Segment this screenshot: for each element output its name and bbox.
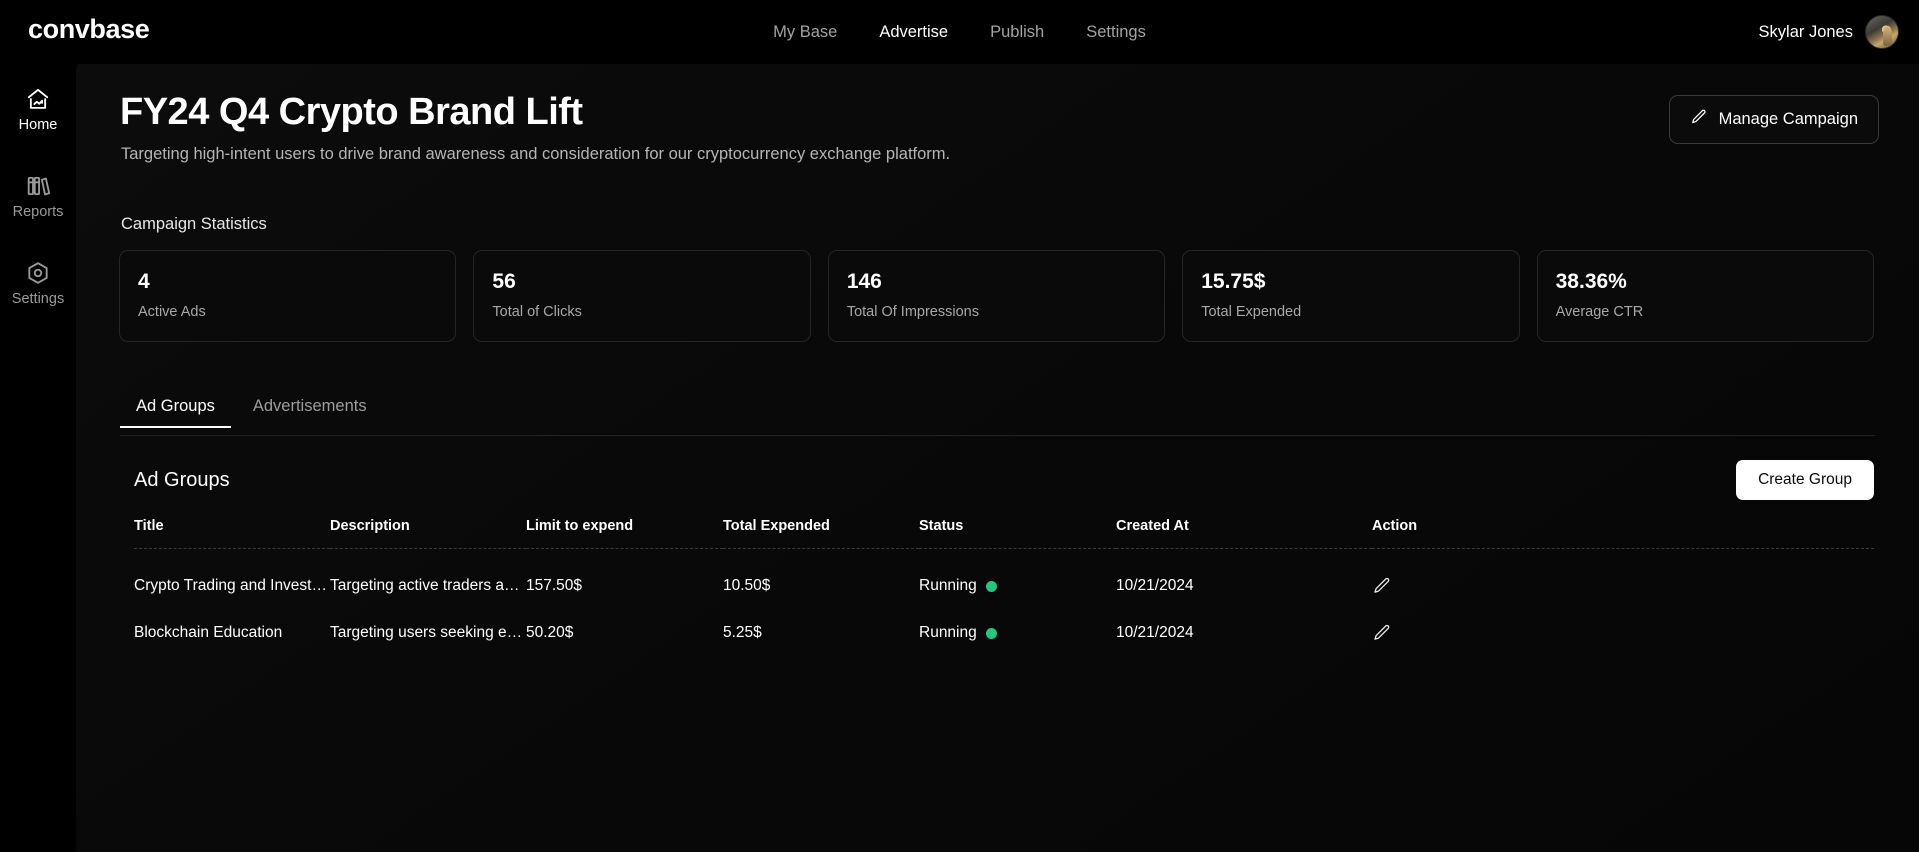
edit-row-button[interactable] bbox=[1372, 576, 1874, 596]
cell-created-at: 10/21/2024 bbox=[1116, 624, 1194, 641]
stat-value: 56 bbox=[492, 270, 516, 293]
column-header-title: Title bbox=[134, 518, 164, 534]
page-title: FY24 Q4 Crypto Brand Lift bbox=[120, 91, 583, 133]
table-row[interactable]: Crypto Trading and Invest… Targeting act… bbox=[134, 549, 1874, 597]
main-content: FY24 Q4 Crypto Brand Lift Targeting high… bbox=[76, 56, 1919, 852]
cell-limit: 157.50$ bbox=[526, 577, 583, 594]
status-badge-label: Running bbox=[919, 577, 977, 594]
cell-title: Blockchain Education bbox=[134, 624, 283, 641]
sidebar-item-settings[interactable]: Settings bbox=[0, 260, 76, 307]
pencil-icon bbox=[1690, 108, 1708, 131]
status-dot-icon bbox=[985, 627, 997, 639]
cell-status: Running bbox=[919, 596, 1116, 643]
column-header-created-at: Created At bbox=[1116, 518, 1189, 534]
nav-item-publish[interactable]: Publish bbox=[990, 23, 1044, 42]
table-row[interactable]: Blockchain Education Targeting users see… bbox=[134, 596, 1874, 643]
table-header: Title Description Limit to expend Total … bbox=[134, 518, 1874, 549]
stat-label: Average CTR bbox=[1555, 304, 1644, 320]
stat-label: Total of Clicks bbox=[492, 304, 582, 320]
hexagon-gear-icon bbox=[25, 260, 51, 286]
tab-ad-groups[interactable]: Ad Groups bbox=[120, 397, 231, 428]
nav-item-settings[interactable]: Settings bbox=[1086, 23, 1146, 42]
sidebar-item-label-reports: Reports bbox=[12, 204, 64, 220]
cell-created-at: 10/21/2024 bbox=[1116, 577, 1194, 594]
ad-groups-table: Title Description Limit to expend Total … bbox=[134, 518, 1874, 643]
cell-description: Targeting active traders a… bbox=[330, 577, 520, 594]
stat-label: Total Of Impressions bbox=[846, 304, 979, 320]
table-body: Crypto Trading and Invest… Targeting act… bbox=[134, 549, 1874, 644]
stat-label: Total Expended bbox=[1201, 304, 1302, 320]
sidebar: Home Reports Settings bbox=[0, 64, 76, 852]
tab-advertisements[interactable]: Advertisements bbox=[237, 397, 383, 427]
stat-value: 38.36% bbox=[1555, 270, 1627, 293]
primary-navigation: My Base Advertise Publish Settings bbox=[773, 0, 1146, 64]
column-header-total-expended: Total Expended bbox=[723, 518, 830, 534]
cell-total-expended: 5.25$ bbox=[723, 624, 762, 641]
column-header-limit: Limit to expend bbox=[526, 518, 634, 534]
stat-card-average-ctr: 38.36% Average CTR bbox=[1536, 250, 1875, 342]
campaign-statistics-label: Campaign Statistics bbox=[121, 215, 267, 233]
sidebar-item-home[interactable]: Home bbox=[0, 86, 76, 133]
cell-title: Crypto Trading and Invest… bbox=[134, 577, 327, 594]
status-dot-icon bbox=[985, 580, 997, 592]
ad-groups-panel: Ad Groups Create Group Title Description… bbox=[134, 454, 1874, 643]
nav-item-advertise[interactable]: Advertise bbox=[879, 23, 948, 42]
edit-row-button[interactable] bbox=[1372, 623, 1874, 643]
status-badge-label: Running bbox=[919, 624, 977, 641]
cell-total-expended: 10.50$ bbox=[723, 577, 771, 594]
stat-card-total-expended: 15.75$ Total Expended bbox=[1182, 250, 1520, 342]
cell-limit: 50.20$ bbox=[526, 624, 574, 641]
column-header-action: Action bbox=[1372, 518, 1418, 534]
campaign-statistics-cards: 4 Active Ads 56 Total of Clicks 146 Tota… bbox=[119, 250, 1875, 342]
avatar[interactable] bbox=[1865, 15, 1899, 49]
home-icon bbox=[25, 86, 51, 112]
column-header-description: Description bbox=[330, 518, 410, 534]
ad-groups-header: Ad Groups Create Group bbox=[134, 454, 1874, 506]
manage-campaign-button[interactable]: Manage Campaign bbox=[1668, 95, 1879, 144]
content-tabs: Ad Groups Advertisements bbox=[120, 397, 1875, 436]
page-subtitle: Targeting high-intent users to drive bra… bbox=[121, 145, 951, 163]
books-icon bbox=[25, 173, 51, 199]
cell-action bbox=[1372, 596, 1874, 643]
user-menu[interactable]: Skylar Jones bbox=[1759, 0, 1899, 64]
stat-card-total-impressions: 146 Total Of Impressions bbox=[827, 250, 1166, 342]
user-name: Skylar Jones bbox=[1758, 22, 1853, 41]
sidebar-item-reports[interactable]: Reports bbox=[0, 173, 76, 220]
cell-action bbox=[1372, 549, 1874, 597]
stat-value: 15.75$ bbox=[1201, 270, 1266, 293]
stat-value: 146 bbox=[846, 270, 882, 293]
ad-groups-title: Ad Groups bbox=[134, 468, 230, 491]
brand-logo[interactable]: convbase bbox=[28, 14, 150, 45]
stat-card-total-clicks: 56 Total of Clicks bbox=[473, 250, 811, 342]
create-group-button[interactable]: Create Group bbox=[1736, 460, 1874, 500]
stat-value: 4 bbox=[138, 270, 150, 293]
sidebar-item-label-settings: Settings bbox=[11, 291, 65, 307]
nav-item-my-base[interactable]: My Base bbox=[773, 23, 837, 42]
column-header-status: Status bbox=[919, 518, 964, 534]
stat-label: Active Ads bbox=[138, 304, 206, 320]
stat-card-active-ads: 4 Active Ads bbox=[119, 250, 457, 342]
top-bar: convbase My Base Advertise Publish Setti… bbox=[0, 0, 1919, 64]
cell-status: Running bbox=[919, 549, 1116, 597]
sidebar-item-label-home: Home bbox=[18, 117, 58, 133]
manage-campaign-label: Manage Campaign bbox=[1718, 110, 1858, 128]
cell-description: Targeting users seeking e… bbox=[330, 624, 523, 641]
